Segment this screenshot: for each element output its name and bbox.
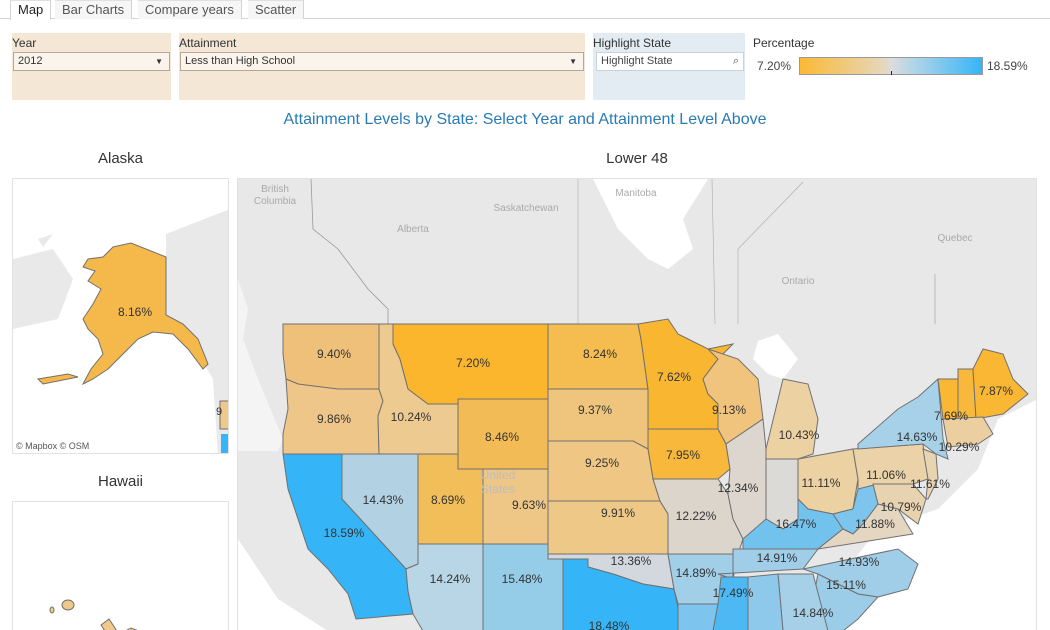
hawaii-island-kauai — [61, 599, 75, 611]
highlight-state-placeholder: Highlight State — [601, 55, 673, 67]
highlight-state-input[interactable]: Highlight State ⌕ — [596, 52, 744, 71]
state-arizona[interactable] — [405, 543, 484, 630]
tab-bar-charts[interactable]: Bar Charts — [55, 0, 133, 19]
geo-label-alberta: Alberta — [397, 224, 429, 235]
label-nevada: 14.43% — [363, 493, 404, 507]
label-georgia: 14.84% — [793, 606, 834, 620]
label-kentucky: 16.47% — [776, 517, 817, 531]
label-mississippi: 17.49% — [713, 586, 754, 600]
year-dropdown[interactable]: 2012 ▼ — [13, 52, 170, 71]
label-minnesota: 7.62% — [657, 370, 691, 384]
label-missouri: 12.22% — [676, 509, 717, 523]
label-oregon: 9.86% — [317, 412, 351, 426]
state-alabama[interactable] — [747, 573, 784, 630]
label-tennessee: 14.91% — [757, 551, 798, 565]
attainment-dropdown[interactable]: Less than High School ▼ — [180, 52, 584, 71]
hawaii-map-canvas — [49, 599, 138, 630]
label-kansas: 9.91% — [601, 506, 635, 520]
label-california: 18.59% — [324, 526, 365, 540]
label-maine: 7.87% — [979, 384, 1013, 398]
alaska-map-canvas: 8.16% 9 — [13, 179, 228, 453]
label-nebraska: 9.25% — [585, 456, 619, 470]
legend-midpoint-tick — [891, 71, 892, 75]
geo-label-ontario: Ontario — [782, 276, 815, 287]
year-dropdown-value: 2012 — [18, 55, 43, 67]
label-wisconsin: 9.13% — [712, 403, 746, 417]
chevron-down-icon: ▼ — [155, 57, 163, 66]
label-maryland: 10.79% — [881, 500, 922, 514]
state-louisiana[interactable] — [677, 603, 719, 630]
attainment-dropdown-value: Less than High School — [185, 55, 296, 67]
color-legend-bar — [799, 57, 983, 75]
year-filter-label: Year — [12, 36, 37, 50]
label-virginia: 11.88% — [855, 517, 895, 531]
label-new-jersey: 11.61% — [910, 477, 950, 491]
svg-text:9: 9 — [216, 406, 222, 418]
label-utah: 8.69% — [431, 493, 465, 507]
alaska-title: Alaska — [97, 150, 144, 167]
hawaii-island-oahu — [100, 618, 117, 630]
label-ohio: 11.11% — [802, 476, 841, 490]
lower48-map-canvas: British Columbia Alberta Saskatchewan Ma… — [238, 179, 1036, 630]
state-south-dakota[interactable] — [547, 388, 649, 450]
label-oklahoma: 13.36% — [611, 554, 652, 568]
label-michigan: 10.43% — [779, 428, 820, 442]
attainment-filter: Attainment Less than High School ▼ — [179, 33, 585, 100]
dashboard-tabs: Map Bar Charts Compare years Scatter — [0, 0, 1050, 20]
label-montana: 7.20% — [456, 356, 490, 370]
label-idaho: 10.24% — [391, 410, 432, 424]
dashboard-title: Attainment Levels by State: Select Year … — [283, 111, 767, 128]
chevron-down-icon: ▼ — [569, 57, 577, 66]
tab-map[interactable]: Map — [10, 0, 52, 20]
label-new-york: 14.63% — [897, 430, 938, 444]
label-south-carolina: 15.11% — [826, 578, 866, 592]
label-vermont: 7.69% — [934, 409, 968, 423]
label-arkansas: 14.89% — [676, 566, 717, 580]
svg-text:Columbia: Columbia — [254, 196, 297, 207]
search-icon: ⌕ — [732, 55, 739, 67]
highlight-state-filter: Highlight State Highlight State ⌕ — [593, 33, 745, 100]
hawaii-title: Hawaii — [97, 473, 143, 490]
geo-label-united: United — [481, 468, 516, 482]
geo-label-saskatchewan: Saskatchewan — [493, 203, 558, 214]
label-washington: 9.40% — [317, 347, 351, 361]
highlight-state-label: Highlight State — [593, 36, 672, 50]
label-colorado: 9.63% — [512, 498, 546, 512]
geo-label-quebec: Quebec — [937, 233, 972, 244]
hawaii-map[interactable] — [12, 501, 229, 630]
year-filter: Year 2012 ▼ — [12, 33, 171, 100]
geo-label-states: States — [481, 482, 515, 496]
label-new-mexico: 15.48% — [502, 572, 543, 586]
map-attribution: © Mapbox © OSM — [16, 441, 90, 451]
label-illinois: 12.34% — [718, 481, 759, 495]
label-massachusetts: 10.29% — [939, 440, 980, 454]
alaska-map[interactable]: 8.16% 9 © Mapbox © OSM — [12, 178, 229, 454]
legend-title: Percentage — [753, 36, 815, 50]
label-north-carolina: 14.93% — [839, 555, 880, 569]
geo-label-manitoba: Manitoba — [615, 188, 657, 199]
tab-compare-years[interactable]: Compare years — [138, 0, 242, 19]
tab-scatter[interactable]: Scatter — [248, 0, 305, 19]
lower48-map[interactable]: British Columbia Alberta Saskatchewan Ma… — [237, 178, 1037, 630]
label-wyoming: 8.46% — [485, 430, 519, 444]
legend-min-label: 7.20% — [757, 59, 792, 73]
legend-max-label: 18.59% — [987, 59, 1028, 73]
geo-label-british-columbia: British — [261, 184, 289, 195]
attainment-filter-label: Attainment — [179, 36, 237, 50]
label-pennsylvania: 11.06% — [866, 468, 906, 482]
state-nebraska[interactable] — [547, 440, 661, 502]
label-north-dakota: 8.24% — [583, 347, 617, 361]
alaska-value-label: 8.16% — [118, 305, 152, 319]
label-iowa: 7.95% — [666, 448, 700, 462]
label-south-dakota: 9.37% — [578, 403, 612, 417]
label-arizona: 14.24% — [430, 572, 471, 586]
label-texas: 18.48% — [589, 619, 630, 630]
lower48-title: Lower 48 — [606, 150, 668, 167]
